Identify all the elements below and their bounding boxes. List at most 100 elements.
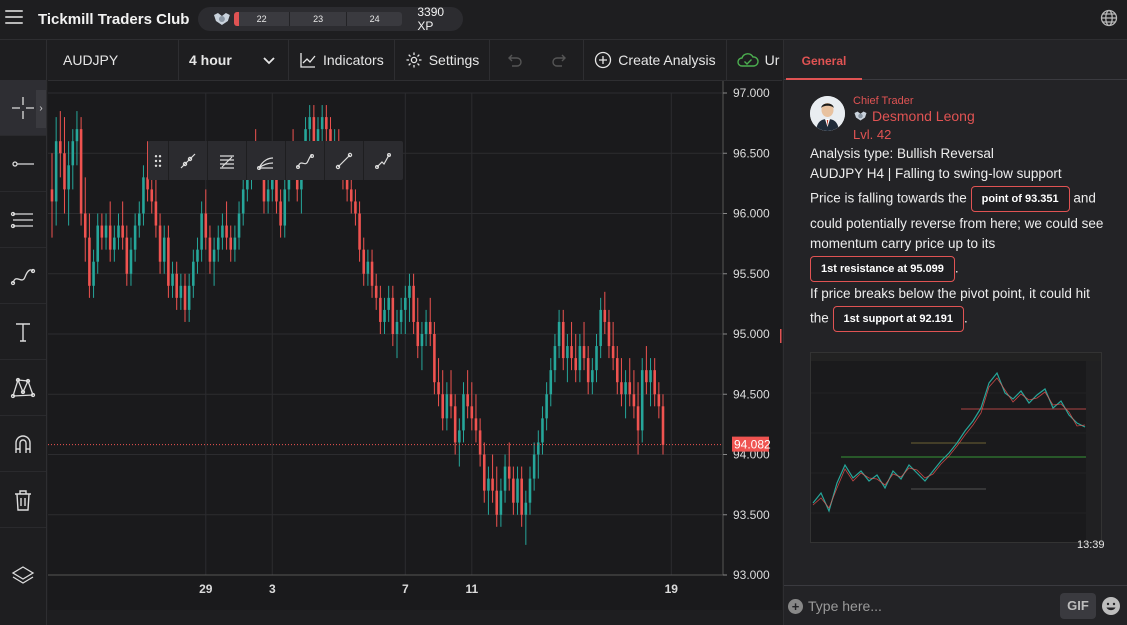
y-tick-label: 96.500 bbox=[733, 146, 770, 160]
candle-body bbox=[428, 321, 432, 334]
brush-tool[interactable] bbox=[0, 248, 46, 304]
candle-body bbox=[441, 394, 444, 419]
candle-body bbox=[67, 165, 70, 190]
pivot-point-tag[interactable]: point of 93.351 bbox=[970, 186, 1070, 212]
delete-drawings-tool[interactable] bbox=[0, 472, 46, 528]
candle-body bbox=[404, 297, 407, 310]
candle-body bbox=[620, 382, 623, 395]
rank-badge-icon bbox=[213, 13, 230, 25]
trend-line-tool[interactable] bbox=[0, 136, 46, 192]
line-tool[interactable] bbox=[324, 141, 363, 180]
candle-body bbox=[129, 249, 133, 274]
fan-tool[interactable] bbox=[246, 141, 285, 180]
channel-tool[interactable] bbox=[0, 192, 46, 248]
candle-body bbox=[420, 334, 424, 347]
candle-body bbox=[462, 394, 465, 431]
message-input[interactable] bbox=[808, 595, 1048, 617]
candle-body bbox=[167, 237, 170, 286]
x-tick-label: 19 bbox=[665, 582, 679, 596]
candle-body bbox=[661, 406, 665, 445]
last-price-label: 94.082 bbox=[734, 438, 771, 452]
cut-off-label: Ur bbox=[764, 52, 780, 68]
candle-body bbox=[512, 478, 515, 503]
candle-body bbox=[137, 213, 141, 226]
layers-tool[interactable] bbox=[0, 548, 46, 604]
support-tag[interactable]: 1st support at 92.191 bbox=[832, 306, 964, 332]
candle-body bbox=[578, 346, 582, 371]
candle-body bbox=[266, 189, 270, 202]
candle-body bbox=[383, 309, 386, 322]
trash-icon bbox=[15, 489, 31, 511]
layers-icon bbox=[11, 566, 35, 584]
candle-body bbox=[142, 177, 145, 214]
expand-tools-button[interactable]: › bbox=[36, 90, 46, 128]
candle-body bbox=[640, 370, 644, 431]
resistance-tag[interactable]: 1st resistance at 95.099 bbox=[810, 256, 955, 282]
author-name-row: Desmond Leong bbox=[853, 108, 975, 124]
author-name[interactable]: Desmond Leong bbox=[872, 108, 975, 124]
curve-tool[interactable] bbox=[285, 141, 324, 180]
xp-level-label: 22 bbox=[234, 12, 291, 26]
analysis-chart-thumbnail[interactable] bbox=[810, 352, 1102, 543]
magnet-tool[interactable] bbox=[0, 416, 46, 472]
candle-body bbox=[491, 478, 494, 491]
candle-body bbox=[395, 321, 399, 334]
indicators-button[interactable]: Indicators bbox=[289, 40, 395, 80]
path-tool[interactable] bbox=[363, 141, 402, 180]
candle-body bbox=[71, 141, 75, 166]
message-text: Price is falling towards the bbox=[810, 190, 967, 206]
candle-body bbox=[104, 225, 108, 238]
crosshair-icon bbox=[12, 96, 34, 119]
candle-body bbox=[349, 189, 353, 202]
ray-tool[interactable] bbox=[168, 141, 207, 180]
candle-body bbox=[645, 370, 648, 383]
candle-body bbox=[229, 237, 233, 250]
candle-body bbox=[649, 370, 652, 383]
candle-body bbox=[88, 237, 91, 286]
menu-icon[interactable] bbox=[5, 10, 23, 26]
author-role: Chief Trader bbox=[853, 95, 914, 107]
add-attachment-icon[interactable]: + bbox=[788, 599, 803, 614]
candle-body bbox=[158, 225, 162, 262]
tab-general[interactable]: General bbox=[786, 40, 862, 80]
settings-button[interactable]: Settings bbox=[395, 40, 491, 80]
candle-body bbox=[495, 490, 499, 515]
candle-body bbox=[374, 285, 378, 298]
globe-icon[interactable] bbox=[1100, 9, 1118, 27]
pattern-tool[interactable] bbox=[0, 360, 46, 416]
candle-body bbox=[54, 141, 58, 202]
interval-selector[interactable]: 4 hour bbox=[179, 40, 289, 80]
drawing-tools-sidebar: › bbox=[0, 40, 47, 625]
candle-body bbox=[545, 394, 548, 419]
candle-body bbox=[528, 478, 532, 503]
candle-body bbox=[96, 225, 100, 262]
candle-body bbox=[657, 394, 661, 407]
xp-bar: 22 23 24 bbox=[233, 12, 403, 26]
text-tool[interactable] bbox=[0, 304, 46, 360]
candle-body bbox=[532, 454, 536, 479]
avatar[interactable] bbox=[810, 96, 845, 131]
undo-button[interactable] bbox=[490, 40, 537, 80]
settings-label: Settings bbox=[428, 52, 480, 68]
symbol-selector[interactable]: AUDJPY bbox=[48, 40, 179, 80]
emoji-icon[interactable] bbox=[1101, 596, 1121, 616]
message-paragraph: If price breaks below the pivot point, i… bbox=[810, 284, 1110, 334]
unknown-cloud-button[interactable]: Ur bbox=[727, 40, 782, 80]
x-tick-label: 11 bbox=[465, 582, 478, 596]
candle-body bbox=[603, 309, 607, 322]
candle-body bbox=[241, 189, 245, 214]
gif-button[interactable]: GIF bbox=[1060, 593, 1096, 619]
xp-level-label: 23 bbox=[290, 12, 347, 26]
fib-tool[interactable] bbox=[207, 141, 246, 180]
x-tick-label: 3 bbox=[269, 582, 276, 596]
pattern-icon bbox=[10, 377, 36, 398]
analysis-message: Analysis type: Bullish Reversal AUDJPY H… bbox=[810, 144, 1110, 334]
message-paragraph: Price is falling towards the point of 93… bbox=[810, 184, 1110, 284]
candle-body bbox=[275, 177, 278, 202]
redo-button[interactable] bbox=[537, 40, 585, 80]
drag-handle-icon[interactable] bbox=[148, 141, 168, 180]
candle-body bbox=[424, 321, 428, 334]
candle-body bbox=[474, 418, 478, 431]
create-analysis-button[interactable]: Create Analysis bbox=[584, 40, 727, 80]
candle-body bbox=[221, 225, 224, 238]
